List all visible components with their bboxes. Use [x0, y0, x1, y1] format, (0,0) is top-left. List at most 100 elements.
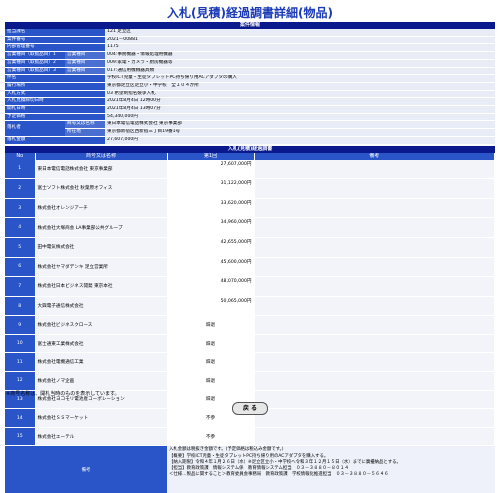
info-row: 営業種目（取扱品目）2 営業種目 009:家電・カメラ・厨房機器等	[5, 59, 495, 68]
bidder-remark	[254, 198, 495, 219]
info-section-header: 案件情報	[5, 22, 495, 29]
bidder-remark	[254, 178, 495, 199]
bidder-no: 11	[5, 352, 36, 373]
bidder-amount: 辞退	[167, 334, 255, 354]
info-row: 予定価格 54,340,000円	[5, 113, 495, 122]
info-label: 営業種目（取扱品目）1	[5, 51, 65, 60]
bidder-row: 6 株式会社ヤマダデンキ 足立営業所 45,600,000円	[5, 257, 495, 278]
info-row: 落札金額 27,607,000円	[5, 136, 495, 145]
info-label: 件名	[5, 74, 106, 83]
bidder-no: 2	[5, 178, 36, 199]
bidder-row: 8 大興電子通信株式会社 50,065,000円	[5, 296, 495, 317]
bidder-row: 12 株式会社ノマ企画 辞退	[5, 371, 495, 391]
bidder-remark	[254, 371, 495, 391]
progress-section-header: 入札(見積)経過調書	[5, 145, 495, 153]
bidder-remark	[254, 352, 495, 373]
info-value: 121 足立区	[105, 29, 495, 37]
bidder-no: 3	[5, 198, 36, 219]
remarks-label: 備考	[5, 445, 167, 493]
bidder-remark	[254, 276, 495, 297]
bidders-table: No 商号又は名称 第1回 備考 1 東日本電信電話株式会社 東京事業部 27,60…	[5, 152, 495, 493]
case-info-table: 担当課名 121 足立区 案件番号 2021－00881 内部管理番号 1175 営業種目（…	[5, 29, 495, 145]
info-label: 内部管理番号	[5, 43, 106, 53]
info-row: 案件番号 2021－00881	[5, 36, 495, 45]
info-row: 営業種目（取扱品目）1 営業種目 004:事務機器・情報処理用機器	[5, 51, 495, 60]
remarks-text: 入札金額は税抜き金額です。(予定価格は税込み金額です。) 【概要】学校ICT児童・…	[167, 445, 495, 493]
info-value: 2021年8月4日 13時07分	[105, 105, 495, 114]
bidder-amount: 34,960,000円	[167, 217, 255, 238]
bidder-remark	[254, 217, 495, 238]
col-header-round1: 第1回	[167, 152, 255, 160]
bidder-no: 15	[5, 427, 36, 447]
info-value: 2021－00881	[105, 36, 495, 45]
bidder-remark	[254, 296, 495, 317]
back-button[interactable]: 戻 る	[232, 402, 268, 415]
main-content: 案件情報 担当課名 121 足立区 案件番号 2021－00881 内部管理番号 1175…	[5, 22, 495, 493]
info-label: 履行場所	[5, 82, 106, 91]
info-value: 03 希望制指名競争入札	[105, 90, 495, 99]
info-row: 落札者 商号又は名称 東日本電信電話株式会社 東京事業部	[5, 120, 495, 137]
bidder-row: 7 株式会社日本ビジネス開発 東京本社 48,070,000円	[5, 276, 495, 297]
info-label: 落札金額	[5, 136, 106, 145]
info-value: 2021年8月4日 12時00分	[105, 97, 495, 107]
bidder-name: 大興電子通信株式会社	[35, 296, 168, 317]
bidder-row: 3 株式会社オレンジアーチ 33,620,000円	[5, 198, 495, 219]
bidder-name: 株式会社エーテル	[35, 427, 168, 447]
bidder-row: 9 株式会社ビジネスクロース 辞退	[5, 315, 495, 335]
bidder-remark	[254, 427, 495, 447]
bidder-name: 東日本電信電話株式会社 東京事業部	[35, 159, 168, 180]
info-row: 履行場所 東京都足立区足立小・中学校 全１０４か所	[5, 82, 495, 91]
bidder-no: 8	[5, 296, 36, 317]
bidder-no: 4	[5, 217, 36, 238]
info-row: 開札日時 2021年8月4日 13時07分	[5, 105, 495, 114]
info-sublabel: 営業種目	[65, 59, 106, 68]
bidder-amount: 27,607,000円	[167, 159, 255, 180]
info-label: 落札者	[5, 120, 65, 137]
bidder-no: 14	[5, 408, 36, 428]
info-row: 担当課名 121 足立区	[5, 29, 495, 37]
bidder-remark	[254, 334, 495, 354]
page-title: 入札(見積)経過調書詳細(物品)	[167, 6, 333, 20]
bidder-remark	[254, 390, 495, 410]
info-sublabel: 営業種目	[65, 67, 106, 76]
bidder-amount: 辞退	[167, 315, 255, 335]
bidder-name: 株式会社日本ビジネス開発 東京本社	[35, 276, 168, 297]
info-value: 27,607,000円	[105, 136, 495, 145]
bidder-no: 6	[5, 257, 36, 278]
bidder-remark	[254, 408, 495, 428]
info-value: 54,340,000円	[105, 113, 495, 122]
info-value: 東京都新宿区西新宿三丁目19番1号	[105, 128, 495, 137]
info-label: 入札方式	[5, 90, 106, 99]
bidder-remark	[254, 159, 495, 180]
bidder-name: 株式会社オレンジアーチ	[35, 198, 168, 219]
bidder-no: 10	[5, 334, 36, 354]
bidder-amount: 42,655,000円	[167, 237, 255, 258]
bidder-name: 株式会社ヤマダデンキ 足立営業所	[35, 257, 168, 278]
info-value: 東京都足立区足立小・中学校 全１０４か所	[105, 82, 495, 91]
col-header-remarks: 備考	[254, 152, 495, 160]
info-sublabel: 商号又は名称	[65, 120, 106, 130]
bidder-amount: 48,070,000円	[167, 276, 255, 297]
bidder-row: 10 富士通東工業株式会社 辞退	[5, 334, 495, 354]
bidder-amount: 50,065,000円	[167, 296, 255, 317]
bidder-name: 富士通東工業株式会社	[35, 334, 168, 354]
info-label: 案件番号	[5, 36, 106, 45]
bidder-name: 富士ソフト株式会社 秋葉原オフィス	[35, 178, 168, 199]
bidder-no: 9	[5, 315, 36, 335]
bidder-remark	[254, 257, 495, 278]
info-row: 営業種目（取扱品目）3 営業種目 017:通信用機械器具類	[5, 67, 495, 76]
bidder-name: 株式会社ＳＳマーケット	[35, 408, 168, 428]
info-row: 件名 学校ICT児童・生徒タブレットPC持ち帰り用ACアダプタの購入	[5, 74, 495, 83]
bidder-name: 田中電気株式会社	[35, 237, 168, 258]
bidder-name: 株式会社ビジネスクロース	[35, 315, 168, 335]
bidder-row: 15 株式会社エーテル 不参	[5, 427, 495, 447]
info-value: 東日本電信電話株式会社 東京事業部	[105, 120, 495, 130]
bidder-row: 2 富士ソフト株式会社 秋葉原オフィス 31,122,000円	[5, 178, 495, 199]
bidders-header-row: No 商号又は名称 第1回 備考	[5, 152, 495, 160]
bidder-amount: 33,620,000円	[167, 198, 255, 219]
info-value: 004:事務機器・情報処理用機器	[105, 51, 495, 60]
info-value: 017:通信用機械器具類	[105, 67, 495, 76]
info-label: 担当課名	[5, 29, 106, 37]
bidder-no: 5	[5, 237, 36, 258]
bidder-amount: 辞退	[167, 352, 255, 373]
